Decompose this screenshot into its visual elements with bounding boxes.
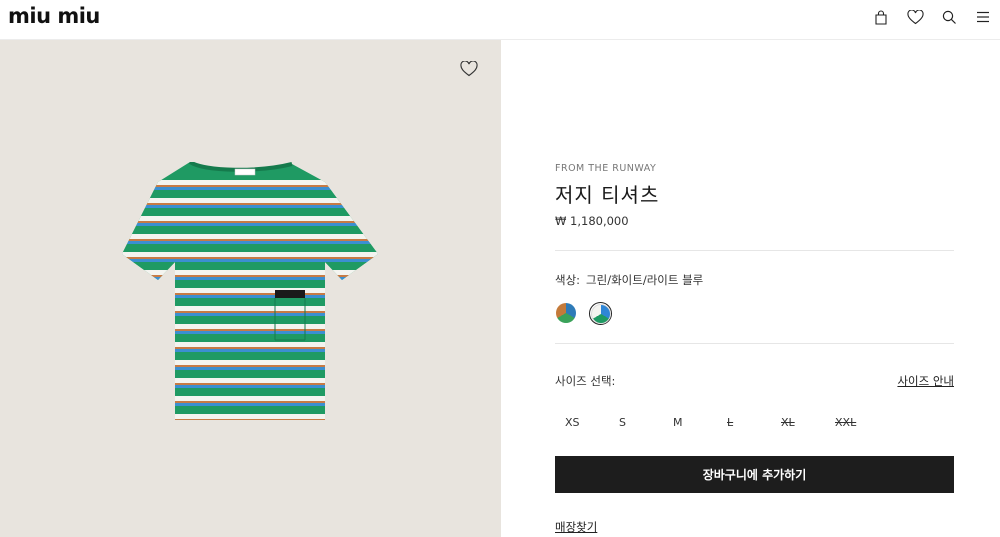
- shirt-stripe: [122, 367, 378, 370]
- shirt-stripe: [122, 385, 378, 388]
- product-price: ₩ 1,180,000: [555, 214, 629, 228]
- divider: [555, 343, 954, 344]
- shirt-stripe: [122, 401, 378, 403]
- heart-outline-icon[interactable]: [460, 60, 480, 81]
- shirt-stripe: [122, 262, 378, 270]
- size-options: XS S M L XL XXL: [555, 416, 879, 429]
- shirt-stripe: [122, 216, 378, 221]
- swatch-fill: [590, 303, 611, 324]
- divider: [555, 250, 954, 251]
- shirt-stripe: [122, 270, 378, 275]
- shirt-stripe: [122, 298, 378, 306]
- shirt-stripe: [122, 293, 378, 295]
- add-to-cart-button[interactable]: 장바구니에 추가하기: [555, 456, 954, 493]
- shirt-stripe: [122, 334, 378, 342]
- product-title: 저지 티셔츠: [555, 183, 660, 207]
- shirt-stripe: [122, 365, 378, 367]
- menu-icon[interactable]: [972, 6, 994, 28]
- shirt-stripe: [122, 360, 378, 365]
- shirt-stripe: [122, 257, 378, 259]
- shirt-stripe: [122, 239, 378, 241]
- shirt-stripe: [122, 311, 378, 313]
- shirt-stripe: [122, 221, 378, 223]
- shirt-stripe: [122, 383, 378, 385]
- shirt-stripe: [122, 226, 378, 234]
- shirt-stripe: [122, 277, 378, 280]
- shirt-stripe: [122, 316, 378, 324]
- shirt-stripe: [122, 378, 378, 383]
- header-icons: [870, 6, 994, 28]
- shirt-stripe: [122, 370, 378, 378]
- green-white-blue-swatch[interactable]: [589, 302, 612, 325]
- color-label: 색상:: [555, 273, 581, 287]
- color-swatches: [555, 302, 612, 325]
- shirt-stripe: [122, 313, 378, 316]
- shirt-stripe: [122, 295, 378, 298]
- shirt-stripe: [122, 331, 378, 334]
- size-option-xxl[interactable]: XXL: [825, 416, 879, 429]
- shirt-stripe: [122, 275, 378, 277]
- shirt-stripe: [122, 388, 378, 396]
- shirt-stripe: [122, 396, 378, 401]
- shirt-stripe: [120, 421, 380, 422]
- shirt-stripe: [122, 403, 378, 406]
- shirt-stripe: [122, 203, 378, 205]
- shirt-stripe: [122, 349, 378, 352]
- shirt-stripe: [122, 244, 378, 252]
- shirt-stripe: [122, 241, 378, 244]
- shirt-stripe: [122, 259, 378, 262]
- shirt-stripe: [122, 198, 378, 203]
- find-store-link[interactable]: 매장찾기: [555, 519, 597, 535]
- size-option-xl[interactable]: XL: [771, 416, 825, 429]
- shirt-stripe: [122, 329, 378, 331]
- shirt-stripe: [122, 185, 378, 187]
- color-value: 그린/화이트/라이트 블루: [586, 273, 704, 287]
- size-option-xs[interactable]: XS: [555, 416, 609, 429]
- product-image-panel: [0, 40, 501, 537]
- size-option-s[interactable]: S: [609, 416, 663, 429]
- shirt-stripe: [122, 180, 378, 185]
- shirt-stripe: [122, 324, 378, 329]
- color-row: 색상: 그린/화이트/라이트 블루: [555, 272, 703, 288]
- shirt-stripe: [122, 280, 378, 288]
- heart-icon[interactable]: [904, 6, 926, 28]
- shirt-stripe: [122, 187, 378, 190]
- shirt-stripe: [122, 306, 378, 311]
- product-eyebrow: FROM THE RUNWAY: [555, 163, 657, 174]
- size-option-l[interactable]: L: [717, 416, 771, 429]
- product-image: [120, 162, 380, 422]
- multicolor-swatch[interactable]: [555, 302, 577, 324]
- shirt-stripe: [122, 352, 378, 360]
- size-option-m[interactable]: M: [663, 416, 717, 429]
- shirt-stripe: [122, 190, 378, 198]
- shirt-stripe: [122, 208, 378, 216]
- shirt-stripe: [122, 347, 378, 349]
- shirt-stripe: [122, 342, 378, 347]
- shirt-stripe: [122, 205, 378, 208]
- shirt-stripe: [122, 223, 378, 226]
- shirt-stripe: [122, 406, 378, 414]
- brand-logo[interactable]: miu miu: [8, 5, 100, 27]
- bag-icon[interactable]: [870, 6, 892, 28]
- shirt-stripe: [122, 288, 378, 293]
- shirt-stripe: [122, 252, 378, 257]
- shirt-stripe: [122, 419, 378, 420]
- swatch-fill: [556, 303, 576, 323]
- site-header: miu miu: [0, 0, 1000, 40]
- shirt-stripe: [122, 414, 378, 419]
- shirt-stripe: [122, 234, 378, 239]
- search-icon[interactable]: [938, 6, 960, 28]
- size-label: 사이즈 선택:: [555, 374, 616, 388]
- size-guide-link[interactable]: 사이즈 안내: [897, 373, 954, 389]
